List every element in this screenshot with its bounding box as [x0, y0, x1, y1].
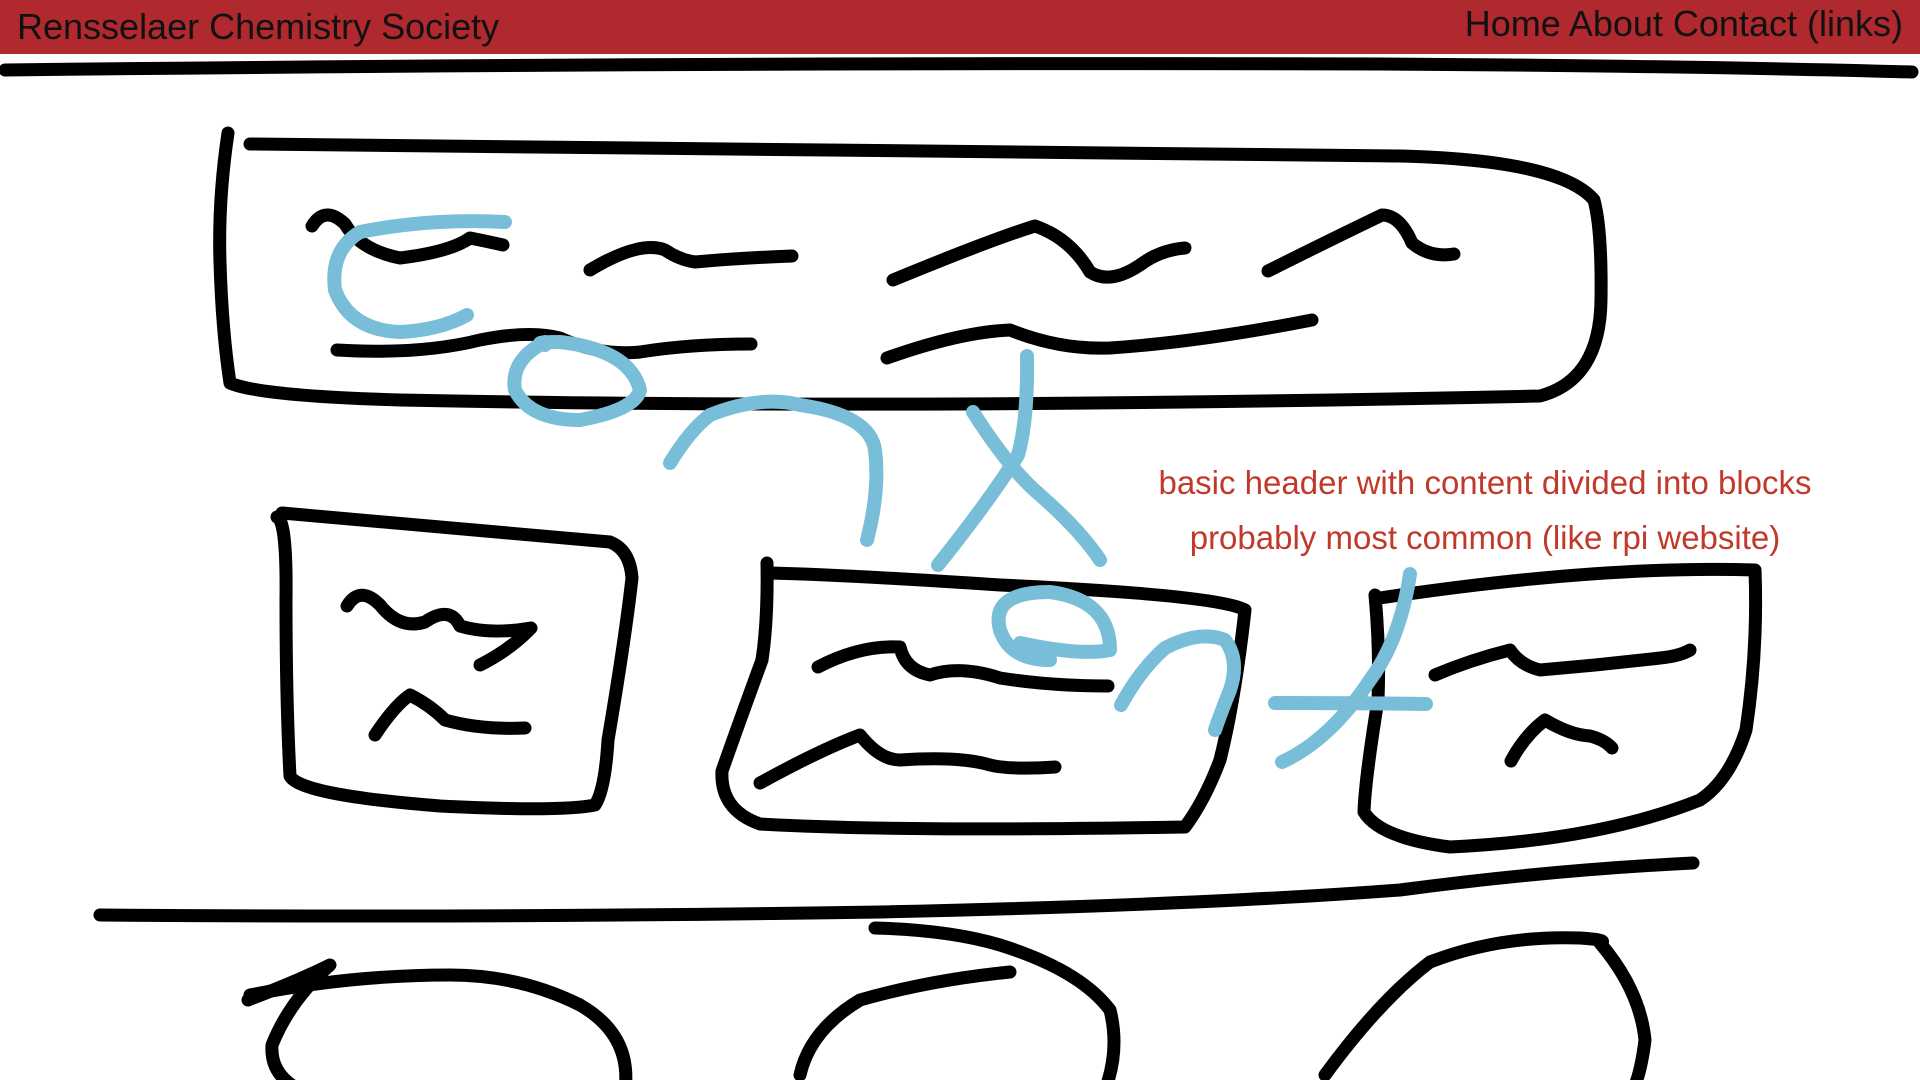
hero-text-scribble-4 [1261, 208, 1461, 278]
content-block-2-scribble-2 [753, 728, 1062, 790]
footer-circle-1-arc [243, 968, 633, 1080]
content-block-3-scribble-1 [1428, 643, 1697, 682]
footer-circle-3 [1318, 931, 1652, 1080]
hero-text-scribble-6 [880, 313, 1319, 365]
header-divider-line [0, 57, 1919, 79]
wireframe-canvas: Rensselaer Chemistry Society Home About … [0, 0, 1920, 1080]
annotation-note: basic header with content divided into b… [1105, 455, 1865, 565]
footer-circle-2 [868, 921, 1121, 1080]
content-block-1-scribble-2 [368, 688, 532, 742]
footer-circle-2-left [793, 965, 1017, 1080]
content-block-2-outline [715, 556, 1252, 836]
content-handwriting-e [991, 585, 1117, 667]
content-block-1-scribble-1 [340, 588, 538, 672]
hero-text-scribble-2 [583, 241, 799, 277]
hero-text-scribble-3 [886, 219, 1192, 287]
content-handwriting-t2-cross [1268, 696, 1433, 711]
annotation-line-2: probably most common (like rpi website) [1189, 519, 1781, 556]
content-handwriting-n1 [663, 394, 884, 547]
annotation-line-1: basic header with content divided into b… [1158, 464, 1812, 501]
content-handwriting-n2 [1114, 629, 1241, 737]
content-block-1-outline [270, 506, 639, 816]
footer-divider-line [93, 856, 1700, 923]
content-block-3-scribble-2 [1504, 713, 1619, 768]
